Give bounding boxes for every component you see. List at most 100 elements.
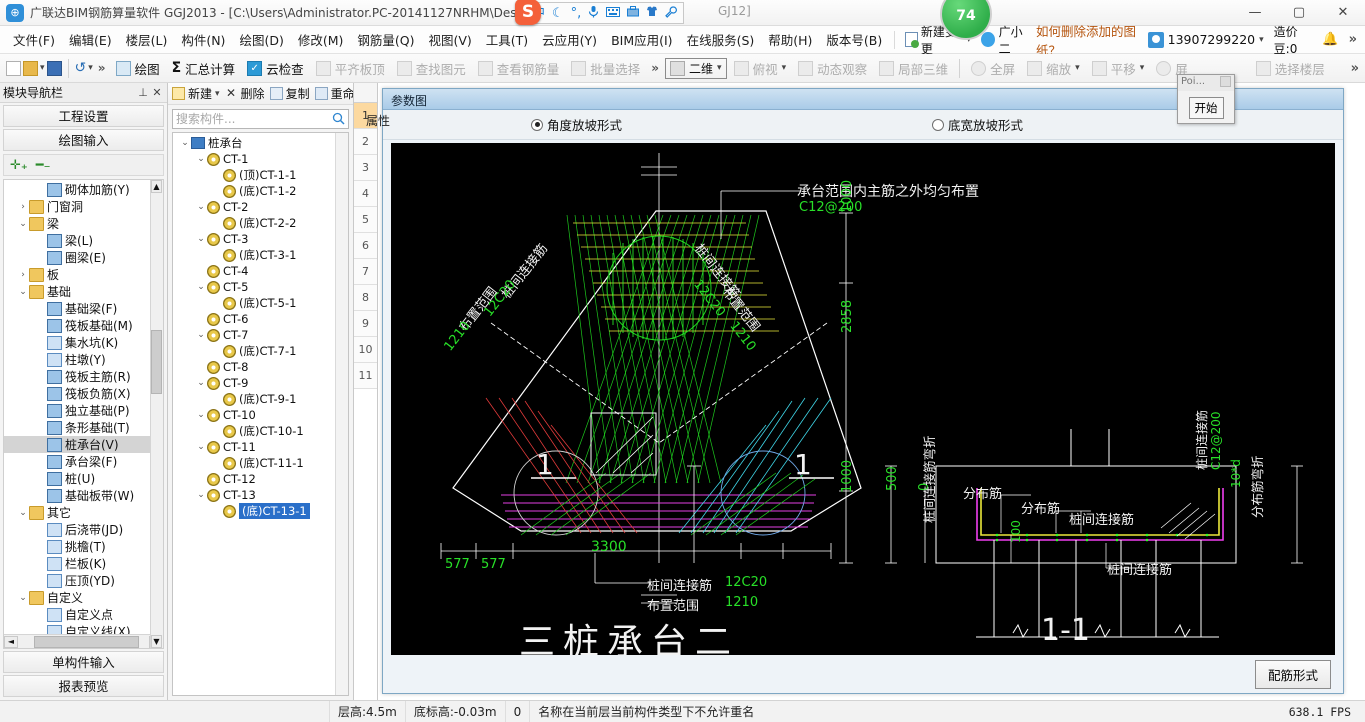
component-tree-item[interactable]: (底)CT-13-1 [173,503,348,519]
menu-draw[interactable]: 绘图(D) [232,26,290,53]
chevron-down-icon[interactable]: ▾ [782,63,787,73]
menu-component[interactable]: 构件(N) [174,26,232,53]
chevron-down-icon[interactable]: ▾ [215,89,220,99]
batch-select-button[interactable]: 批量选择 [566,57,645,80]
poi-start-button[interactable]: 开始 [1188,96,1224,119]
toolbox-icon[interactable] [627,6,640,20]
search-input[interactable] [176,112,331,126]
chevron-down-icon[interactable]: ▾ [40,63,45,73]
orbit-button[interactable]: 动态观察 [793,57,872,80]
expand-toggle-icon[interactable]: ⌄ [195,330,207,340]
voice-input-icon[interactable] [588,5,599,21]
property-row-number[interactable]: 4 [354,181,377,207]
expand-toggle-icon[interactable]: ⌄ [195,154,207,164]
menu-modify[interactable]: 修改(M) [291,26,351,53]
poi-popup-window[interactable]: Poi... 开始 [1177,74,1235,124]
nav-tree-item[interactable]: › 板 [4,266,163,283]
nav-hscroll-thumb[interactable] [34,635,139,648]
menu-rebar-qty[interactable]: 钢筋量(Q) [350,26,421,53]
save-icon[interactable] [46,60,62,76]
scroll-left-icon[interactable]: ◄ [4,635,18,648]
component-tree-item[interactable]: ⌄ CT-2 [173,199,348,215]
expand-toggle-icon[interactable]: ⌄ [17,508,29,518]
sogou-ime-toolbar[interactable]: 中 ☾ °, [525,2,685,24]
new-file-icon[interactable] [6,60,21,76]
property-row-number[interactable]: 9 [354,311,377,337]
fullscreen-button[interactable]: 全屏 [966,57,1020,80]
property-row-number[interactable]: 11 [354,363,377,389]
nav-tree-item[interactable]: 砌体加筋(Y) [4,181,163,198]
component-tree-item[interactable]: (底)CT-10-1 [173,423,348,439]
component-tree-item[interactable]: (顶)CT-1-1 [173,167,348,183]
nav-tree-item[interactable]: 栏板(K) [4,555,163,572]
nav-tree-item[interactable]: › 门窗洞 [4,198,163,215]
nav-tree-item[interactable]: 承台梁(F) [4,453,163,470]
component-search-box[interactable] [172,109,349,129]
menu-help[interactable]: 帮助(H) [761,26,819,53]
nav-tree-item[interactable]: 基础梁(F) [4,300,163,317]
nav-tree-item[interactable]: 筏板基础(M) [4,317,163,334]
component-tree-item[interactable]: (底)CT-9-1 [173,391,348,407]
chevron-down-icon[interactable]: ▾ [1075,63,1080,73]
property-row-number[interactable]: 3 [354,155,377,181]
align-slab-top-button[interactable]: 平齐板顶 [311,57,390,80]
poi-close-icon[interactable] [1220,76,1231,87]
menu-view[interactable]: 视图(V) [421,26,478,53]
component-tree-item[interactable]: (底)CT-2-2 [173,215,348,231]
nav-tree-item[interactable]: 条形基础(T) [4,419,163,436]
nav-vertical-scrollbar[interactable]: ▲ ▼ [150,180,163,648]
nav-tree[interactable]: 砌体加筋(Y) › 门窗洞 ⌄ 梁梁(L) 圈梁(E) › 板 ⌄ 基础 基础梁(F) 筏板基础(M)… [4,180,163,634]
scroll-down-icon[interactable]: ▼ [151,635,162,648]
property-row-number[interactable]: 6 [354,233,377,259]
toolbar-overflow-left[interactable]: » [98,61,106,75]
property-row-number[interactable]: 8 [354,285,377,311]
nav-tree-item[interactable]: 挑檐(T) [4,538,163,555]
expand-toggle-icon[interactable]: ⌄ [195,282,207,292]
nav-tree-item[interactable]: 筏板主筋(R) [4,368,163,385]
expand-toggle-icon[interactable]: ⌄ [195,202,207,212]
component-tree-item[interactable]: ⌄ CT-11 [173,439,348,455]
component-tree-item[interactable]: ⌄ CT-7 [173,327,348,343]
component-tree-item[interactable]: (底)CT-3-1 [173,247,348,263]
chevron-down-icon[interactable]: ▾ [717,63,722,73]
soft-keyboard-icon[interactable] [606,6,621,20]
expand-toggle-icon[interactable]: ⌄ [17,593,29,603]
property-row-number[interactable]: 5 [354,207,377,233]
expand-toggle-icon[interactable]: ⌄ [17,287,29,297]
nav-tree-item[interactable]: 集水坑(K) [4,334,163,351]
copy-component-button[interactable]: 复制 [269,85,310,102]
draw-button[interactable]: 绘图 [111,57,165,80]
new-component-button[interactable]: 新建 ▾ [172,85,220,102]
component-tree-item[interactable]: ⌄ CT-10 [173,407,348,423]
expand-toggle-icon[interactable]: ⌄ [195,410,207,420]
nav-horizontal-scrollbar[interactable]: ◄ ► [4,634,163,648]
component-tree-item[interactable]: CT-4 [173,263,348,279]
nav-button-single-component[interactable]: 单构件输入 [3,651,164,673]
property-row-number[interactable]: 10 [354,337,377,363]
component-tree-item[interactable]: ⌄ CT-3 [173,231,348,247]
component-tree-item[interactable]: ⌄ CT-5 [173,279,348,295]
nav-button-draw-input[interactable]: 绘图输入 [3,129,164,151]
nav-button-project-settings[interactable]: 工程设置 [3,105,164,127]
nav-tree-item[interactable]: ⌄ 自定义 [4,589,163,606]
chevron-down-icon[interactable]: ▾ [1259,35,1264,45]
chevron-down-icon[interactable]: ▾ [88,63,93,73]
view-mode-select[interactable]: 二维 ▾ [665,57,727,79]
radio-width-slope[interactable]: 底宽放坡形式 [932,115,1023,134]
menu-edit[interactable]: 编辑(E) [62,26,119,53]
menu-bim-app[interactable]: BIM应用(I) [604,26,680,53]
help-hint-link[interactable]: 如何删除添加的图纸？ [1036,21,1138,59]
nav-tree-item[interactable]: ⌄ 基础 [4,283,163,300]
nav-tree-item[interactable]: 梁(L) [4,232,163,249]
component-tree-item[interactable]: ⌄ 桩承台 [173,135,348,151]
halfwidth-icon[interactable]: °, [571,7,582,20]
pan-button[interactable]: 平移 ▾ [1087,57,1150,80]
nav-tree-item[interactable]: 桩(U) [4,470,163,487]
component-tree-item[interactable]: (底)CT-1-2 [173,183,348,199]
nav-tree-item[interactable]: 独立基础(P) [4,402,163,419]
nav-tree-item[interactable]: 自定义线(X) [4,623,163,634]
nav-tree-item[interactable]: 圈梁(E) [4,249,163,266]
component-vertical-scrollbar[interactable] [335,133,348,695]
local-3d-button[interactable]: 局部三维 [874,57,953,80]
component-tree-item[interactable]: ⌄ CT-1 [173,151,348,167]
